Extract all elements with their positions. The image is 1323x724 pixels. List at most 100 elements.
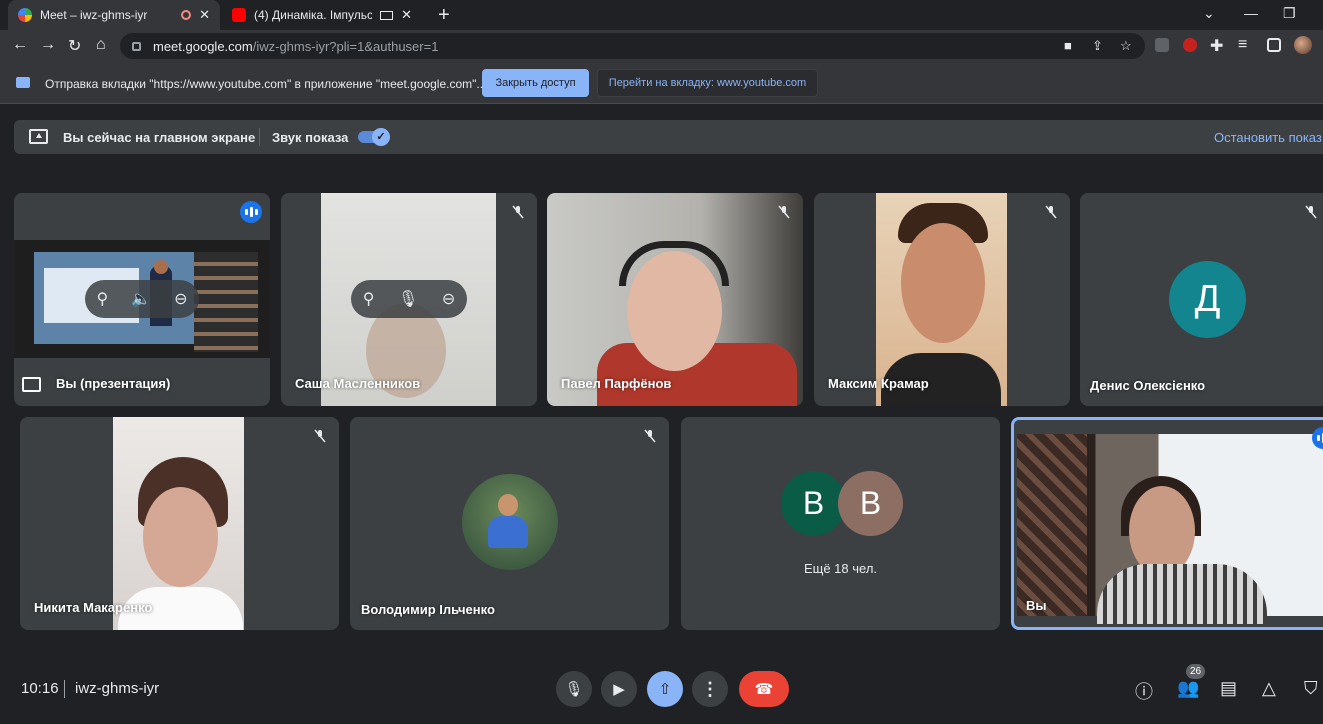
participant-count-badge: 26 [1186,664,1205,679]
tab-youtube[interactable]: (4) Динаміка. Імпульс. Фізик ✕ [222,0,422,30]
profile-avatar[interactable] [1294,36,1312,54]
mic-off-icon [314,429,326,443]
switch-to-tab-button[interactable]: Перейти на вкладку: www.youtube.com [597,69,818,97]
leave-call-button[interactable]: ☎ [739,671,789,707]
restore-icon[interactable]: ❐ [1283,5,1296,22]
participant-tile[interactable]: Володимир Ільченко [350,417,669,630]
tab-title: (4) Динаміка. Імпульс. Фізик [254,8,373,22]
puzzle-extensions-icon[interactable]: ✚ [1210,36,1223,56]
bookmark-star-icon[interactable]: ☆ [1120,38,1132,54]
more-vert-icon: ⋮ [701,678,719,699]
meeting-controls-bar: 10:16 iwz-ghms-iyr 🎙 ▶ ⇧ ⋮ ☎ ⓘ 👥 26 ▤ △ … [0,660,1323,724]
tab-title: Meet – iwz-ghms-iyr [40,8,148,22]
participant-tile[interactable]: Никита Макаренко [20,417,339,630]
headset [619,241,729,286]
stop-presenting-link[interactable]: Остановить показ [1214,130,1322,145]
cast-indicator-icon [380,10,394,20]
avatar-shirt [488,516,528,548]
home-icon[interactable]: ⌂ [96,36,106,54]
minimize-icon[interactable]: — [1244,5,1258,21]
mic-off-icon [644,429,656,443]
microphone-button[interactable]: 🎙 [556,671,592,707]
presentation-audio-label: Звук показа [272,130,349,145]
participant-name: Павел Парфёнов [561,376,672,391]
mic-off-icon [1305,205,1317,219]
pin-icon[interactable]: ⚲ [363,289,375,309]
extension-icon[interactable] [1155,38,1169,52]
participant-tile[interactable]: ⚲ 🎙 ⊖ Саша Масленников [281,193,537,406]
microphone-icon: 🎙 [564,681,584,698]
participant-tile[interactable]: Д Денис Олексієнко [1080,193,1323,406]
new-tab-icon[interactable]: + [438,4,450,27]
self-video [1017,434,1323,624]
participant-video [113,417,244,630]
camera-in-use-icon[interactable]: ■ [1064,38,1072,53]
lock-icon[interactable] [132,41,141,51]
back-icon[interactable]: ← [12,36,28,54]
extension-icon[interactable] [1183,38,1197,52]
presenter-head [154,260,168,274]
side-panel-icon[interactable] [1267,38,1281,52]
host-controls-icon[interactable]: ⛉ [1304,678,1318,699]
remove-icon[interactable]: ⊖ [174,289,187,309]
others-tile[interactable]: В В Ещё 18 чел. [681,417,1000,630]
face [143,487,218,587]
more-participants-label: Ещё 18 чел. [803,561,878,576]
clock: 10:16 [21,680,59,697]
present-screen-icon: ⇧ [658,681,672,698]
participant-avatar: Д [1169,261,1246,338]
tab-strip: Meet – iwz-ghms-iyr ✕ (4) Динаміка. Імпу… [0,0,1323,30]
tab-meet[interactable]: Meet – iwz-ghms-iyr ✕ [8,0,220,30]
presentation-audio-toggle[interactable]: ✓ [358,128,390,146]
avatar-face [498,494,518,516]
media-controls-icon[interactable]: ≡ [1238,36,1247,54]
present-now-button[interactable]: ⇧ [647,671,683,707]
address-bar[interactable]: meet.google.com/iwz-ghms-iyr?pli=1&authu… [120,33,1145,59]
participant-tile[interactable]: Максим Крамар [814,193,1070,406]
present-screen-icon [22,377,41,392]
mic-off-icon[interactable]: 🎙 [398,289,418,309]
forward-icon[interactable]: → [40,36,56,54]
camera-button[interactable]: ▶ [601,671,637,707]
participant-name: Володимир Ільченко [361,602,495,617]
checkmark-icon: ✓ [372,128,390,146]
mic-off-icon [512,205,524,219]
mic-off-icon [1045,205,1057,219]
hang-up-icon: ☎ [754,681,774,698]
volume-icon[interactable]: 🔈 [131,289,151,309]
participant-tile-presentation[interactable]: ⚲ 🔈 ⊖ Вы (презентация) [14,193,270,406]
sharing-message: Отправка вкладки "https://www.youtube.co… [45,77,487,91]
mic-off-icon [778,205,790,219]
divider [64,680,65,698]
participant-video [547,193,803,406]
video-sidebar [194,252,258,352]
participant-name: Денис Олексієнко [1090,378,1206,393]
participant-video [876,193,1007,406]
sweater [1097,564,1267,624]
close-tab-icon[interactable]: ✕ [401,7,412,23]
remove-icon[interactable]: ⊖ [442,289,455,309]
chat-icon[interactable]: ▤ [1220,678,1237,699]
meeting-code: iwz-ghms-iyr [75,680,160,697]
meeting-details-icon[interactable]: ⓘ [1135,678,1153,704]
more-options-button[interactable]: ⋮ [692,671,728,707]
close-tab-icon[interactable]: ✕ [199,7,210,23]
activities-icon[interactable]: △ [1262,678,1276,699]
face [901,223,985,343]
participant-avatar [462,474,558,570]
self-tile[interactable]: Вы [1011,417,1323,630]
people-icon[interactable]: 👥 [1177,678,1199,699]
tile-hover-controls: ⚲ 🎙 ⊖ [351,280,467,318]
participant-tile[interactable]: Павел Парфёнов [547,193,803,406]
presenting-bar: Вы сейчас на главном экране Звук показа … [14,120,1323,154]
browser-toolbar: ← → ↻ ⌂ meet.google.com/iwz-ghms-iyr?pli… [0,30,1323,62]
pin-icon[interactable]: ⚲ [96,289,108,309]
stop-sharing-button[interactable]: Закрыть доступ [482,69,589,97]
tab-search-icon[interactable]: ⌄ [1203,5,1215,22]
share-icon[interactable]: ⇪ [1092,38,1103,54]
participant-name: Вы [1026,598,1047,613]
url-host: meet.google.com [153,38,253,54]
camera-icon: ▶ [613,681,625,698]
reload-icon[interactable]: ↻ [68,36,81,56]
participant-avatar: В [838,471,903,536]
